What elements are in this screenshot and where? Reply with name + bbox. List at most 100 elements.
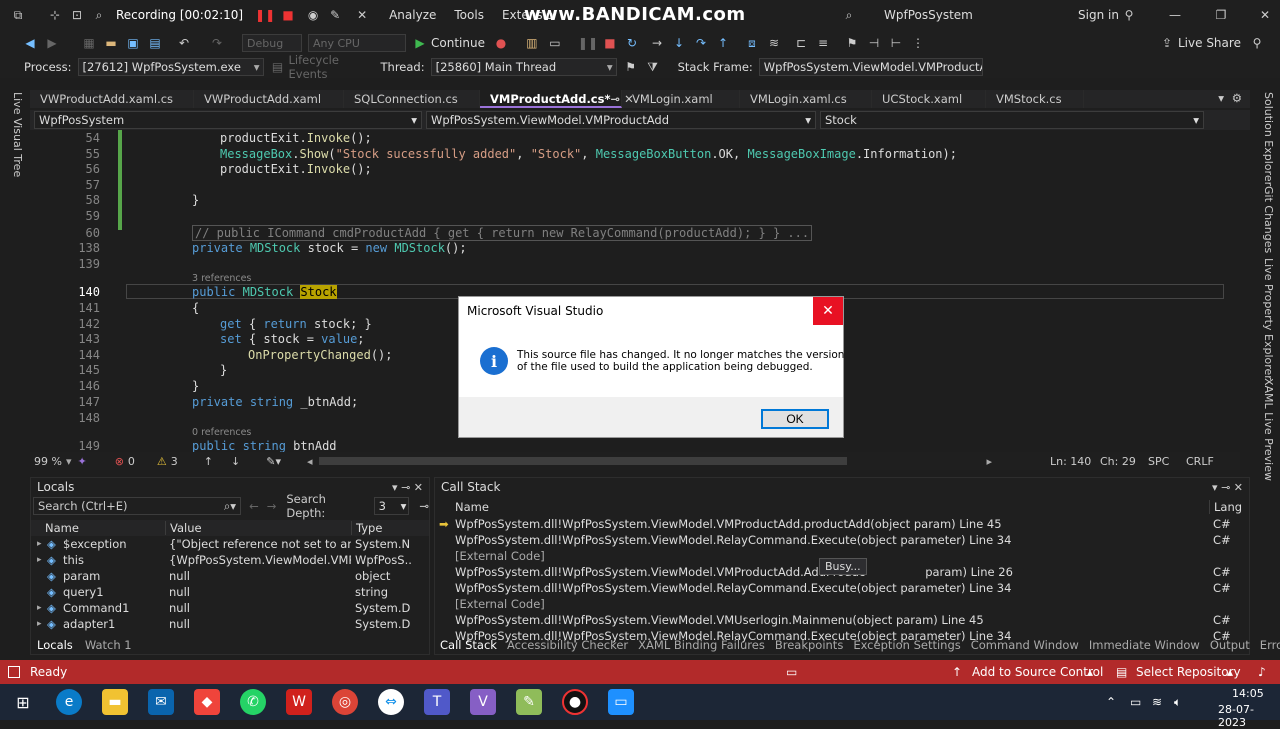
tab-vwproductadd-xaml-cs[interactable]: VWProductAdd.xaml.cs [30, 90, 194, 108]
stop-debug-icon[interactable]: ■ [602, 35, 618, 51]
settings-gear-icon[interactable]: ⚙ [1232, 91, 1242, 105]
column-name[interactable]: Name [31, 521, 165, 535]
error-icon[interactable]: ⊗ [115, 455, 124, 468]
step-over-icon[interactable]: ↷ [693, 35, 709, 51]
call-stack-row[interactable]: WpfPosSystem.dll!WpfPosSystem.ViewModel.… [435, 580, 1249, 596]
call-stack-row[interactable]: WpfPosSystem.dll!WpfPosSystem.ViewModel.… [435, 532, 1249, 548]
live-visual-tree-tab[interactable]: Live Visual Tree [11, 92, 24, 177]
expand-chevron-icon[interactable]: ▸ [31, 555, 43, 565]
prev-issue-icon[interactable]: ↑ [204, 455, 213, 468]
column-lang[interactable]: Lang [1209, 500, 1242, 514]
tab-vmlogin-xaml[interactable]: VMLogin.xaml [622, 90, 740, 108]
file-explorer-icon[interactable]: ▬ [102, 689, 128, 715]
tab-list-icon[interactable]: ▾ [1218, 91, 1224, 105]
layout-icon[interactable]: ▭ [547, 35, 563, 51]
locals-row[interactable]: ▸ ◈ Command1 null System.D... [31, 600, 429, 616]
tab-immediate-window[interactable]: Immediate Window [1084, 638, 1205, 652]
step-out-icon[interactable]: ↑ [715, 35, 731, 51]
lifecycle-events[interactable]: Lifecycle Events [289, 53, 373, 81]
config-dropdown[interactable]: Debug [242, 34, 302, 52]
more-icon[interactable]: ⋮ [910, 35, 926, 51]
mail-icon[interactable]: ✉ [148, 689, 174, 715]
tab-locals[interactable]: Locals [31, 638, 79, 652]
open-folder-icon[interactable]: ▬ [103, 35, 119, 51]
volume-icon[interactable]: 🔈︎ [1174, 695, 1181, 710]
tab-vmproductadd-cs[interactable]: VMProductAdd.cs* ⊸ ✕ [480, 90, 634, 108]
feedback-icon[interactable]: ⚲ [1249, 35, 1265, 51]
comment-icon[interactable]: ≡ [815, 35, 831, 51]
call-stack-row[interactable]: [External Code] [435, 596, 1249, 612]
undo-icon[interactable]: ↶ [176, 35, 192, 51]
horizontal-scrollbar[interactable] [318, 457, 847, 465]
panel-controls[interactable]: ▾ ⊸ ✕ [392, 481, 429, 494]
tab-accessibility-checker[interactable]: Accessibility Checker [502, 638, 633, 652]
search-depth-dropdown[interactable]: 3 ▾ [373, 497, 410, 515]
network-icon[interactable]: ▭ [1130, 695, 1141, 709]
class-selector[interactable]: WpfPosSystem.ViewModel.VMProductAdd ▾ [426, 111, 816, 129]
select-region-icon[interactable]: ⊡ [69, 7, 85, 23]
camera-icon[interactable]: ◉ [305, 7, 321, 23]
show-next-statement-icon[interactable]: → [649, 35, 665, 51]
edge-icon[interactable]: e [56, 689, 82, 715]
teams-icon[interactable]: T [424, 689, 450, 715]
collapsed-code[interactable]: // public ICommand cmdProductAdd { get {… [192, 224, 813, 241]
brush-icon[interactable]: ✎▾ [266, 455, 281, 468]
locals-row[interactable]: ◈ param null object [31, 568, 429, 584]
windows-start-icon[interactable]: ⊞ [10, 689, 36, 715]
platform-dropdown[interactable]: Any CPU [308, 34, 406, 52]
back-icon[interactable]: ◀ [22, 35, 38, 51]
copilot-icon[interactable]: ✦ [77, 455, 86, 468]
expand-chevron-icon[interactable]: ▸ [31, 539, 43, 549]
user-icon[interactable]: ⚲ [1121, 7, 1137, 23]
close-icon[interactable]: ✕ [1257, 7, 1273, 23]
scroll-right-icon[interactable]: ▸ [987, 455, 993, 468]
menu-analyze[interactable]: Analyze [389, 8, 436, 22]
continue-icon[interactable]: ▶ [412, 35, 428, 51]
clock-time[interactable]: 14:05 [1232, 687, 1264, 700]
pencil-icon[interactable]: ✎ [327, 7, 343, 23]
app-window-icon[interactable]: ▭ [608, 689, 634, 715]
wps-icon[interactable]: W [286, 689, 312, 715]
panel-controls[interactable]: ▾ ⊸ ✕ [1212, 481, 1249, 494]
teamviewer-icon[interactable]: ⇔ [378, 689, 404, 715]
clock-date[interactable]: 28-07-2023 [1218, 703, 1280, 729]
stack-frame-dropdown[interactable]: WpfPosSystem.ViewModel.VMProductAd▾ [758, 58, 983, 76]
tab-call-stack[interactable]: Call Stack [435, 638, 502, 652]
close-recording-icon[interactable]: ✕ [354, 7, 370, 23]
live-share-button[interactable]: Live Share [1178, 36, 1241, 50]
codelens-references[interactable]: 3 references [192, 273, 251, 284]
hex-icon[interactable]: ⧈ [744, 35, 760, 51]
locals-row[interactable]: ▸ ◈ this {WpfPosSystem.ViewModel.VMPro... Wp… [31, 552, 429, 568]
back-arrow-icon[interactable]: ← [249, 499, 259, 513]
save-icon[interactable]: ▣ [125, 35, 141, 51]
call-stack-row[interactable]: ➡ WpfPosSystem.dll!WpfPosSystem.ViewModel… [435, 516, 1249, 532]
pause-icon[interactable]: ❚❚ [255, 7, 275, 23]
live-property-explorer-tab[interactable]: Live Property Explorer [1262, 258, 1275, 380]
column-value[interactable]: Value [165, 521, 351, 535]
project-selector[interactable]: WpfPosSystem ▾ [34, 111, 422, 129]
tab-watch-1[interactable]: Watch 1 [79, 638, 138, 652]
stop-icon[interactable]: ■ [280, 7, 296, 23]
hot-reload-icon[interactable]: ● [493, 35, 509, 51]
forward-icon[interactable]: ▶ [44, 35, 60, 51]
minimize-icon[interactable]: — [1167, 7, 1183, 23]
search-region-icon[interactable]: ⌕ [91, 7, 107, 23]
bandicam-icon[interactable]: ● [562, 689, 588, 715]
pin-icon[interactable]: ⊸ [419, 499, 429, 513]
codelens-references[interactable]: 0 references [192, 427, 251, 438]
visual-studio-icon[interactable]: V [470, 689, 496, 715]
git-changes-tab[interactable]: Git Changes [1262, 186, 1275, 253]
tab-xaml-binding-failures[interactable]: XAML Binding Failures [633, 638, 770, 652]
locals-row[interactable]: ▸ ◈ adapter1 null System.D... [31, 616, 429, 632]
chrome-icon[interactable]: ◎ [332, 689, 358, 715]
restart-icon[interactable]: ↻ [624, 35, 640, 51]
notification-icon[interactable]: ▭ [786, 665, 797, 679]
tab-vmlogin-xaml-cs[interactable]: VMLogin.xaml.cs [740, 90, 872, 108]
threads-icon[interactable]: ≋ [766, 35, 782, 51]
sign-in-link[interactable]: Sign in [1078, 8, 1119, 22]
whatsapp-icon[interactable]: ✆ [240, 689, 266, 715]
warning-count[interactable]: 3 [171, 455, 178, 468]
bell-icon[interactable]: ♪ [1258, 665, 1266, 679]
member-selector[interactable]: Stock ▾ [820, 111, 1204, 129]
live-share-icon[interactable]: ⇪ [1159, 35, 1175, 51]
